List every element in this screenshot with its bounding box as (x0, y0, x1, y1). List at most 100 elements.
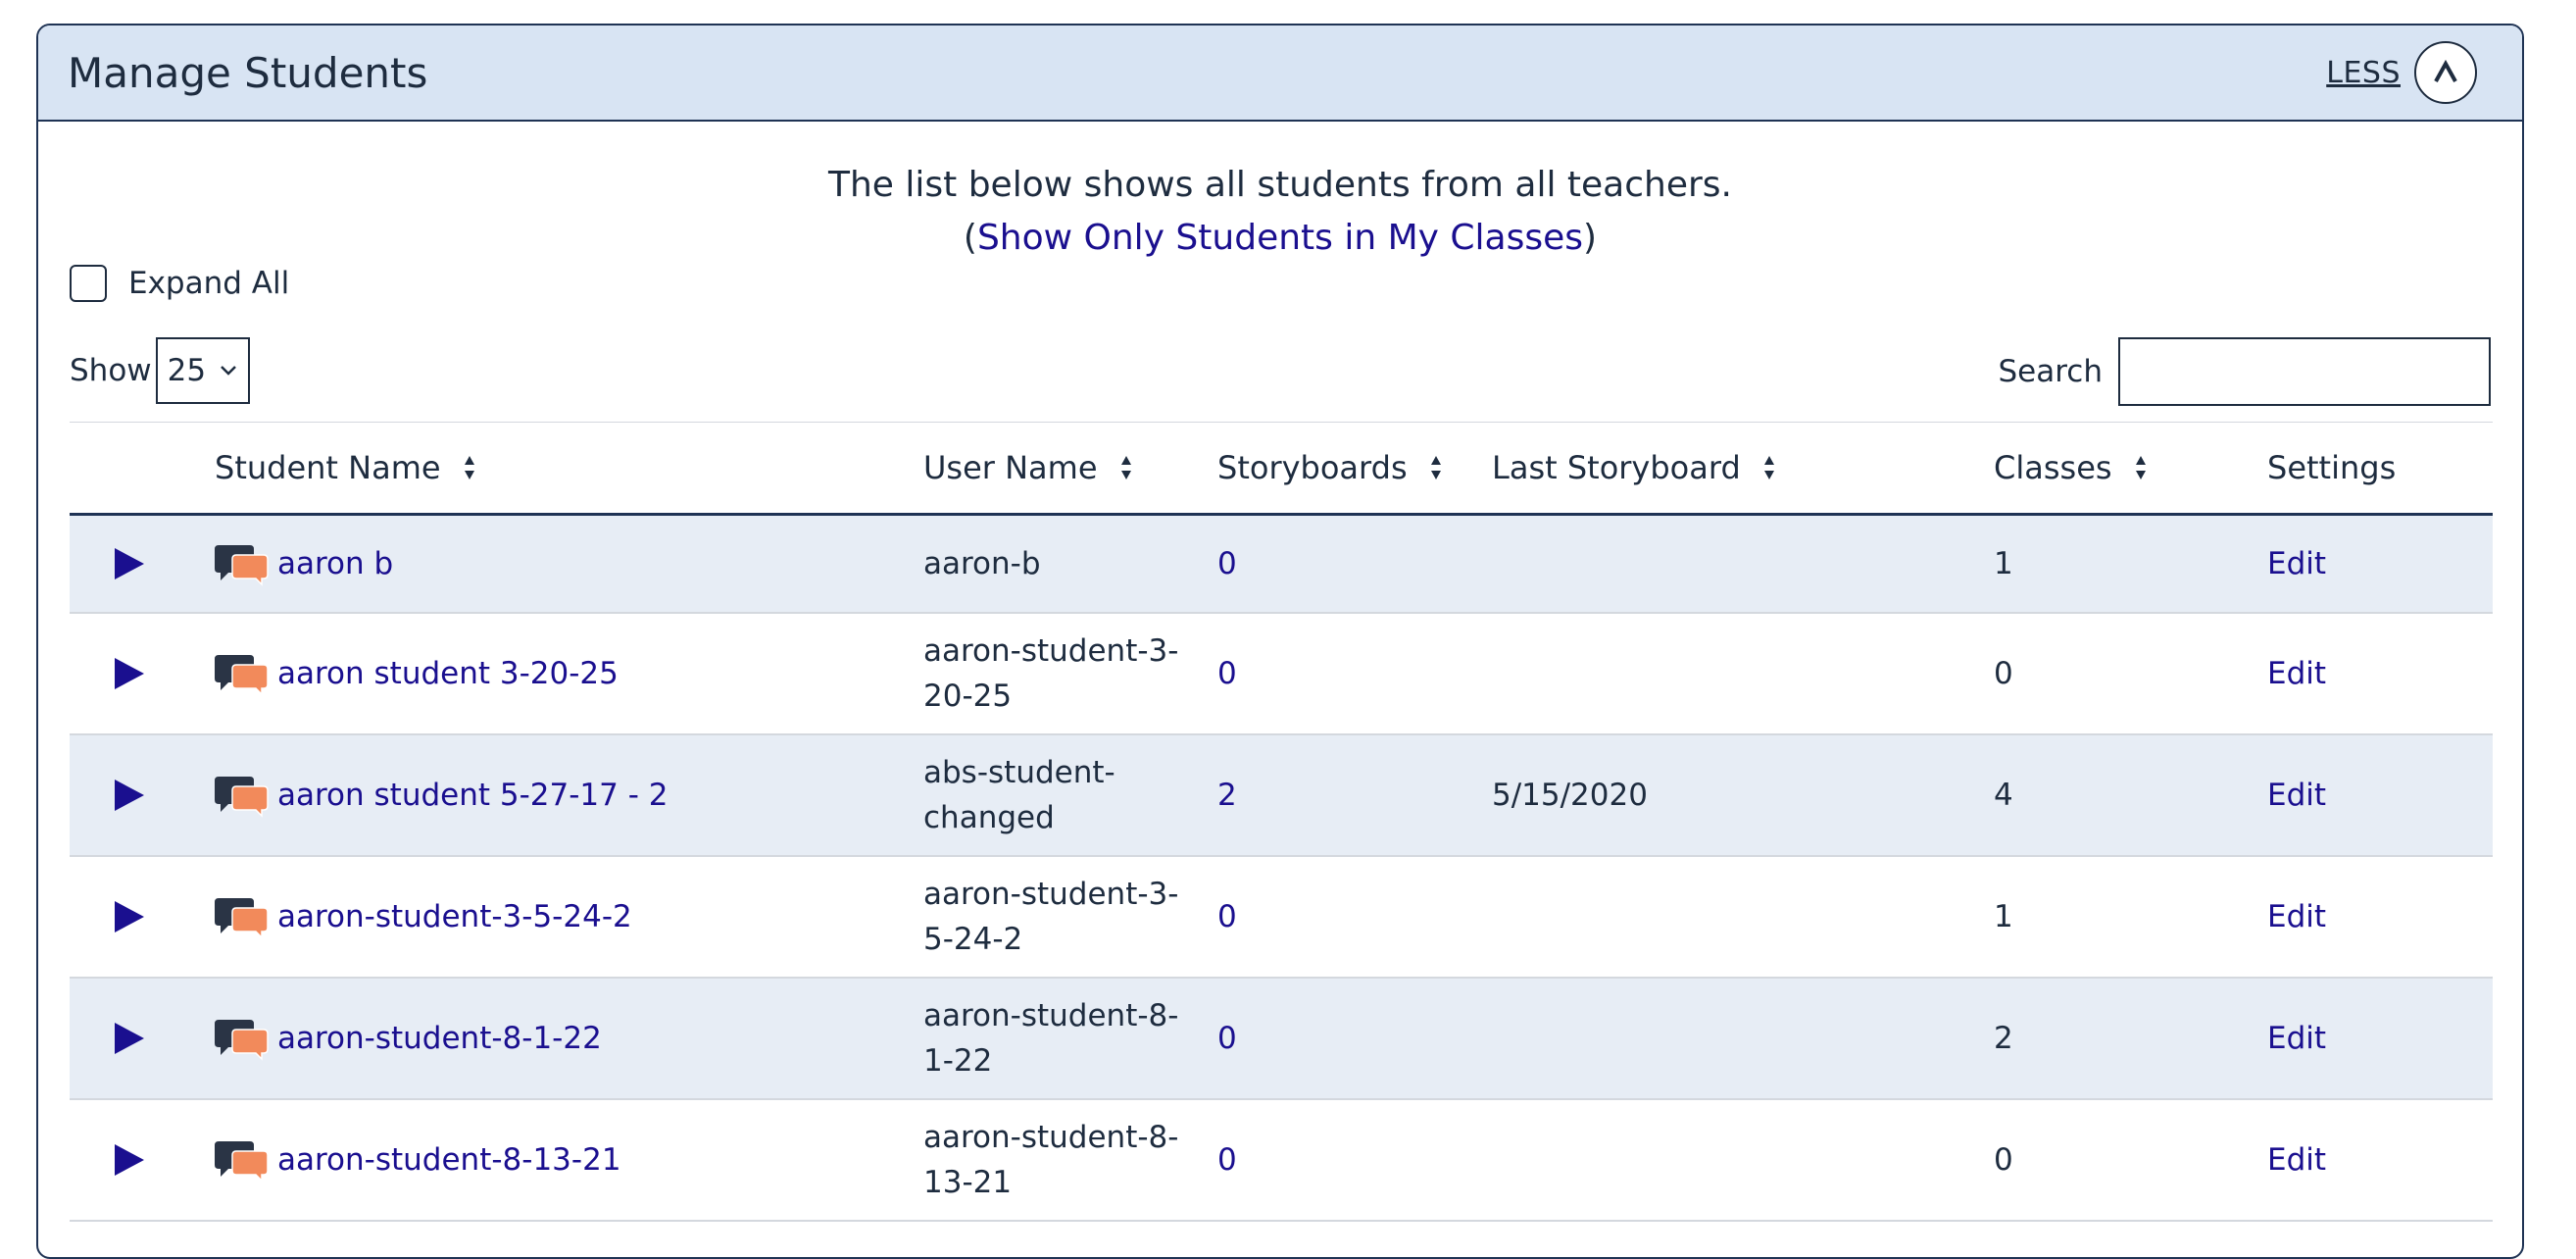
expand-all-label: Expand All (128, 266, 290, 301)
settings-cell: Edit (2267, 857, 2326, 977)
storyboards-count-link[interactable]: 0 (1217, 1137, 1237, 1183)
paren-open: ( (963, 218, 977, 258)
classes-cell: 4 (1994, 735, 2013, 855)
edit-link[interactable]: Edit (2267, 1016, 2326, 1061)
play-triangle-icon (115, 658, 144, 689)
table-row: aaron-student-8-1-22 aaron-student-8- 1-22… (70, 979, 2493, 1100)
col-classes[interactable]: Classes (1994, 423, 2148, 513)
user-name-cell: aaron-student-3- 5-24-2 (923, 857, 1178, 977)
col-last-storyboard-label: Last Storyboard (1492, 449, 1741, 486)
expand-all-control: Expand All (70, 265, 289, 302)
expand-row-button[interactable] (113, 735, 146, 855)
col-user-name[interactable]: User Name (923, 423, 1133, 513)
student-name-link[interactable]: aaron-student-8-1-22 (277, 1016, 602, 1061)
search-control: Search (1998, 337, 2491, 406)
settings-cell: Edit (2267, 516, 2326, 612)
expand-row-button[interactable] (113, 857, 146, 977)
user-name-line: aaron-student-8- (923, 998, 1179, 1033)
table-header: Student Name User Name Storyboards Last … (70, 422, 2493, 516)
classes-cell: 1 (1994, 516, 2013, 612)
sort-icon (464, 456, 474, 479)
chat-bubbles-icon (215, 1141, 269, 1183)
table-row: aaron-student-8-13-21 aaron-student-8- 13-… (70, 1100, 2493, 1222)
less-link[interactable]: LESS (2326, 56, 2401, 90)
student-name-cell: aaron b (215, 516, 393, 612)
student-name-cell: aaron student 3-20-25 (215, 614, 619, 733)
user-name-cell: aaron-student-3- 20-25 (923, 614, 1178, 733)
chat-bubbles-icon (215, 1020, 269, 1061)
table-row: aaron b aaron-b 0 1 Edit (70, 516, 2493, 614)
storyboards-count-link[interactable]: 0 (1217, 651, 1237, 696)
search-input[interactable] (2118, 337, 2491, 406)
student-name-link[interactable]: aaron-student-3-5-24-2 (277, 894, 632, 939)
col-storyboards[interactable]: Storyboards (1217, 423, 1443, 513)
classes-count: 2 (1994, 1021, 2013, 1056)
storyboards-cell: 0 (1217, 516, 1237, 612)
paren-close: ) (1583, 218, 1598, 258)
student-name-link[interactable]: aaron-student-8-13-21 (277, 1137, 621, 1183)
chevron-up-icon (2434, 59, 2457, 82)
student-name-link[interactable]: aaron student 3-20-25 (277, 651, 619, 696)
storyboards-cell: 0 (1217, 1100, 1237, 1220)
expand-row-button[interactable] (113, 979, 146, 1098)
show-label: Show (70, 353, 152, 388)
user-name-line: aaron-student-3- (923, 877, 1179, 912)
play-triangle-icon (115, 901, 144, 932)
table-body: aaron b aaron-b 0 1 Edit aaron student 3-20-2… (70, 516, 2493, 1222)
edit-link[interactable]: Edit (2267, 541, 2326, 586)
play-triangle-icon (115, 1023, 144, 1054)
sort-icon (1430, 456, 1441, 479)
collapse-button[interactable] (2414, 41, 2477, 104)
user-name-cell: aaron-b (923, 516, 1041, 612)
edit-link[interactable]: Edit (2267, 773, 2326, 818)
expand-row-button[interactable] (113, 614, 146, 733)
storyboards-cell: 0 (1217, 979, 1237, 1098)
user-name-line: aaron-student-8- (923, 1120, 1179, 1155)
user-name-cell: aaron-student-8- 1-22 (923, 979, 1178, 1098)
col-user-name-label: User Name (923, 449, 1098, 486)
expand-all-checkbox[interactable] (70, 265, 107, 302)
expand-row-button[interactable] (113, 516, 146, 612)
intro-line: The list below shows all students from a… (827, 165, 1732, 205)
settings-cell: Edit (2267, 979, 2326, 1098)
edit-link[interactable]: Edit (2267, 651, 2326, 696)
student-name-link[interactable]: aaron student 5-27-17 - 2 (277, 773, 669, 818)
storyboards-count-link[interactable]: 0 (1217, 541, 1237, 586)
chat-bubbles-icon (215, 777, 269, 818)
user-name-line: 13-21 (923, 1165, 1013, 1200)
play-triangle-icon (115, 1144, 144, 1176)
chevron-down-icon (220, 366, 236, 376)
edit-link[interactable]: Edit (2267, 1137, 2326, 1183)
chat-bubbles-icon (215, 545, 269, 586)
edit-link[interactable]: Edit (2267, 894, 2326, 939)
user-name-line: aaron-b (923, 546, 1041, 581)
intro-filter-line: (Show Only Students in My Classes) (38, 212, 2522, 265)
panel-title: Manage Students (68, 48, 428, 97)
storyboards-count-link[interactable]: 2 (1217, 773, 1237, 818)
intro-text: The list below shows all students from a… (38, 159, 2522, 265)
chat-bubbles-icon (215, 655, 269, 696)
user-name-line: 20-25 (923, 679, 1013, 714)
chat-bubbles-icon (215, 898, 269, 939)
show-my-classes-link[interactable]: Show Only Students in My Classes (977, 218, 1583, 258)
classes-count: 0 (1994, 656, 2013, 691)
page-length-select[interactable]: 25 (155, 337, 250, 404)
last-storyboard-date: 5/15/2020 (1492, 778, 1648, 813)
col-last-storyboard[interactable]: Last Storyboard (1492, 423, 1776, 513)
student-name-cell: aaron-student-3-5-24-2 (215, 857, 632, 977)
storyboards-count-link[interactable]: 0 (1217, 1016, 1237, 1061)
table-row: aaron student 5-27-17 - 2 abs-student-cha… (70, 735, 2493, 857)
col-student-name[interactable]: Student Name (215, 423, 476, 513)
classes-cell: 1 (1994, 857, 2013, 977)
storyboards-count-link[interactable]: 0 (1217, 894, 1237, 939)
user-name-line: 1-22 (923, 1043, 993, 1079)
last-storyboard-cell: 5/15/2020 (1492, 735, 1648, 855)
play-triangle-icon (115, 780, 144, 811)
storyboards-cell: 2 (1217, 735, 1237, 855)
student-name-link[interactable]: aaron b (277, 541, 393, 586)
user-name-line: changed (923, 800, 1055, 835)
classes-count: 4 (1994, 778, 2013, 813)
col-storyboards-label: Storyboards (1217, 449, 1408, 486)
expand-row-button[interactable] (113, 1100, 146, 1220)
user-name-line: 5-24-2 (923, 922, 1023, 957)
